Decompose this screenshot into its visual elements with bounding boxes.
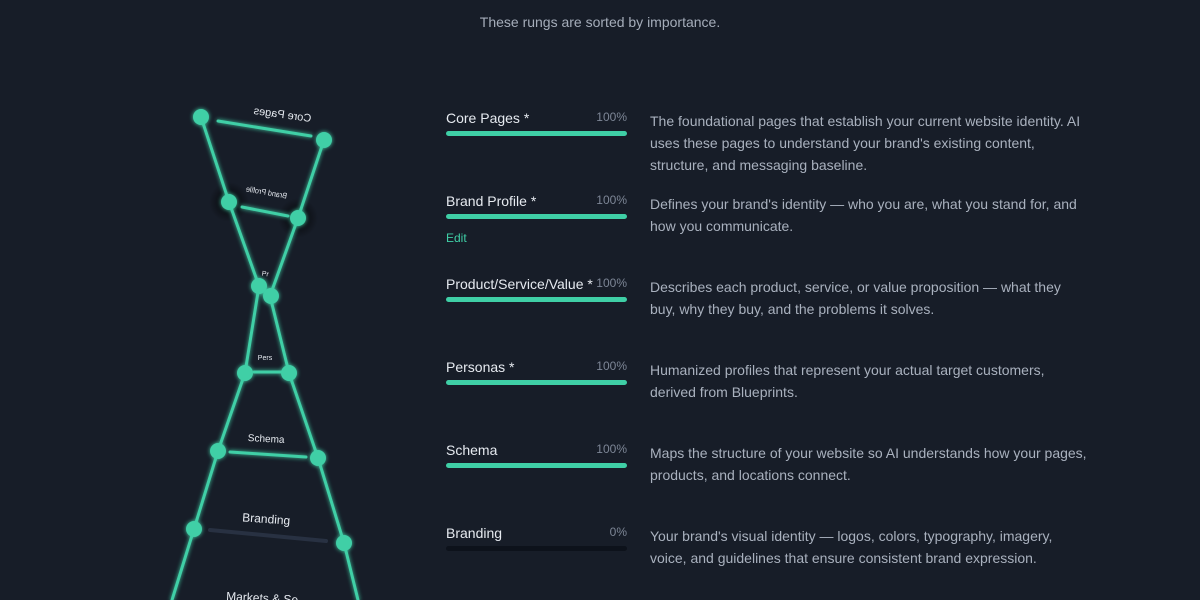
rung-percent: 100% xyxy=(596,110,627,124)
ladder-label-markets: Markets & Se xyxy=(226,589,299,600)
ladder-node xyxy=(263,288,279,304)
ladder-node xyxy=(310,450,326,466)
progress-track xyxy=(446,463,627,468)
ladder-node xyxy=(316,132,332,148)
rung-description: Describes each product, service, or valu… xyxy=(650,279,1061,317)
rung-description: Humanized profiles that represent your a… xyxy=(650,362,1045,400)
ladder-label-schema: Schema xyxy=(248,433,286,446)
rung-percent: 100% xyxy=(596,359,627,373)
rung-branding[interactable] xyxy=(208,528,328,543)
ladder-label-personas: Pers xyxy=(258,355,273,362)
ladder-node xyxy=(290,210,306,226)
progress-fill xyxy=(446,214,627,219)
ladder-node xyxy=(193,109,209,125)
progress-track xyxy=(446,380,627,385)
ladder-label-product: Pr xyxy=(261,271,270,279)
rung-description: The foundational pages that establish yo… xyxy=(650,113,1081,173)
rung-description: Your brand's visual identity — logos, co… xyxy=(650,528,1053,566)
ladder-visualization: Core Pages Brand Profile Pr Pers Schema … xyxy=(170,105,360,600)
progress-fill xyxy=(446,297,627,302)
ladder-node xyxy=(210,443,226,459)
progress-fill xyxy=(446,380,627,385)
ladder-node xyxy=(336,535,352,551)
ladder-node xyxy=(281,365,297,381)
ladder-label-core-pages: Core Pages xyxy=(252,105,312,125)
ladder-label-brand-profile: Brand Profile xyxy=(245,184,288,201)
rung-percent: 100% xyxy=(596,193,627,207)
progress-track xyxy=(446,546,627,551)
ladder-label-branding: Branding xyxy=(242,510,291,527)
progress-track xyxy=(446,297,627,302)
progress-fill xyxy=(446,463,627,468)
rung-schema[interactable] xyxy=(228,450,308,459)
ladder-node xyxy=(237,365,253,381)
edit-link[interactable]: Edit xyxy=(446,231,467,245)
rung-percent: 100% xyxy=(596,442,627,456)
rung-percent: 100% xyxy=(596,276,627,290)
ladder-node xyxy=(186,521,202,537)
progress-track xyxy=(446,214,627,219)
rung-description: Maps the structure of your website so AI… xyxy=(650,445,1087,483)
progress-track xyxy=(446,131,627,136)
ladder-node xyxy=(221,194,237,210)
rung-core-pages[interactable] xyxy=(216,119,313,138)
rung-description: Defines your brand's identity — who you … xyxy=(650,196,1077,234)
progress-fill xyxy=(446,131,627,136)
rung-percent: 0% xyxy=(609,525,627,539)
